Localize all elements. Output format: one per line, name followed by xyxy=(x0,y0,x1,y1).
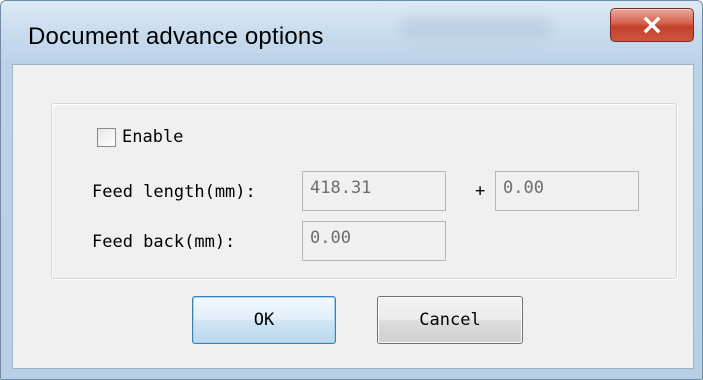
dialog-client-area: Enable Feed length(mm): 418.31 + 0.00 Fe… xyxy=(12,64,694,369)
feed-back-label: Feed back(mm): xyxy=(92,232,236,252)
feed-back-input[interactable]: 0.00 xyxy=(302,221,446,261)
title-bar[interactable]: Document advance options xyxy=(1,1,702,63)
title-bar-glass xyxy=(401,17,551,39)
feed-length-label: Feed length(mm): xyxy=(92,182,256,202)
feed-length-input[interactable]: 418.31 xyxy=(302,171,446,211)
ok-button[interactable]: OK xyxy=(192,296,336,344)
window-title: Document advance options xyxy=(28,23,324,50)
cancel-button[interactable]: Cancel xyxy=(377,296,523,344)
dialog-window: Document advance options Enable Feed len… xyxy=(0,0,703,380)
enable-label: Enable xyxy=(122,127,184,147)
enable-checkbox[interactable] xyxy=(97,127,116,147)
close-icon xyxy=(643,16,661,34)
enable-row[interactable]: Enable xyxy=(97,127,183,147)
plus-sign: + xyxy=(475,181,486,201)
close-button[interactable] xyxy=(610,8,694,42)
feed-length-offset-input[interactable]: 0.00 xyxy=(495,171,639,211)
